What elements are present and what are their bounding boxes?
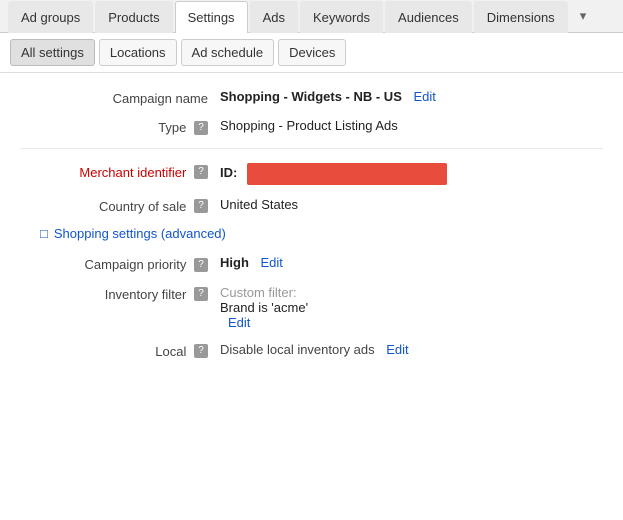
local-row: Local ? Disable local inventory ads Edit [20,342,603,360]
campaign-name-text: Shopping - Widgets - NB - US [220,89,402,104]
tab-keywords[interactable]: Keywords [300,1,383,33]
tab-ads[interactable]: Ads [250,1,298,33]
country-row: Country of sale ? United States [20,197,603,215]
top-tab-bar: Ad groups Products Settings Ads Keywords… [0,0,623,33]
campaign-priority-qmark[interactable]: ? [194,258,208,272]
type-value: Shopping - Product Listing Ads [220,118,603,133]
tab-ad-groups[interactable]: Ad groups [8,1,93,33]
merchant-value: ID: [220,163,603,185]
divider-1 [20,148,603,149]
campaign-priority-row: Campaign priority ? High Edit [20,255,603,273]
country-value: United States [220,197,603,212]
country-qmark[interactable]: ? [194,199,208,213]
campaign-priority-text: High [220,255,249,270]
subtab-ad-schedule[interactable]: Ad schedule [181,39,275,66]
merchant-id-prefix: ID: [220,165,237,180]
more-tabs-button[interactable]: ▾ [572,2,595,30]
inventory-filter-row: Inventory filter ? Custom filter: Brand … [20,285,603,330]
type-row: Type ? Shopping - Product Listing Ads [20,118,603,136]
local-value: Disable local inventory ads Edit [220,342,603,357]
local-label: Local ? [20,342,220,360]
campaign-name-value: Shopping - Widgets - NB - US Edit [220,89,603,104]
collapse-icon[interactable]: □ [40,226,48,241]
inventory-filter-label: Inventory filter ? [20,285,220,303]
sub-tab-bar: All settings Locations Ad schedule Devic… [0,33,623,73]
inventory-brand-value: Brand is 'acme' [220,300,603,315]
merchant-id-bar [247,163,447,185]
type-label: Type ? [20,118,220,136]
subtab-devices[interactable]: Devices [278,39,346,66]
inventory-edit-link[interactable]: Edit [228,315,250,330]
subtab-locations[interactable]: Locations [99,39,177,66]
settings-content: Campaign name Shopping - Widgets - NB - … [0,73,623,387]
type-qmark[interactable]: ? [194,121,208,135]
subtab-all-settings[interactable]: All settings [10,39,95,66]
merchant-qmark[interactable]: ? [194,165,208,179]
campaign-name-edit-link[interactable]: Edit [414,89,436,104]
inventory-filter-value: Custom filter: Brand is 'acme' Edit [220,285,603,330]
tab-settings[interactable]: Settings [175,1,248,33]
campaign-name-label: Campaign name [20,89,220,106]
merchant-row: Merchant identifier ? ID: [20,163,603,185]
country-label: Country of sale ? [20,197,220,215]
campaign-priority-label: Campaign priority ? [20,255,220,273]
local-qmark[interactable]: ? [194,344,208,358]
inventory-custom-filter-label: Custom filter: [220,285,603,300]
campaign-name-row: Campaign name Shopping - Widgets - NB - … [20,89,603,106]
local-edit-link[interactable]: Edit [386,342,408,357]
inventory-filter-qmark[interactable]: ? [194,287,208,301]
tab-products[interactable]: Products [95,1,172,33]
tab-audiences[interactable]: Audiences [385,1,472,33]
advanced-section-header: □ Shopping settings (advanced) [20,226,603,241]
campaign-priority-value: High Edit [220,255,603,270]
local-value-text: Disable local inventory ads [220,342,375,357]
tab-dimensions[interactable]: Dimensions [474,1,568,33]
advanced-title[interactable]: Shopping settings (advanced) [54,226,226,241]
campaign-priority-edit-link[interactable]: Edit [261,255,283,270]
merchant-label: Merchant identifier ? [20,163,220,181]
